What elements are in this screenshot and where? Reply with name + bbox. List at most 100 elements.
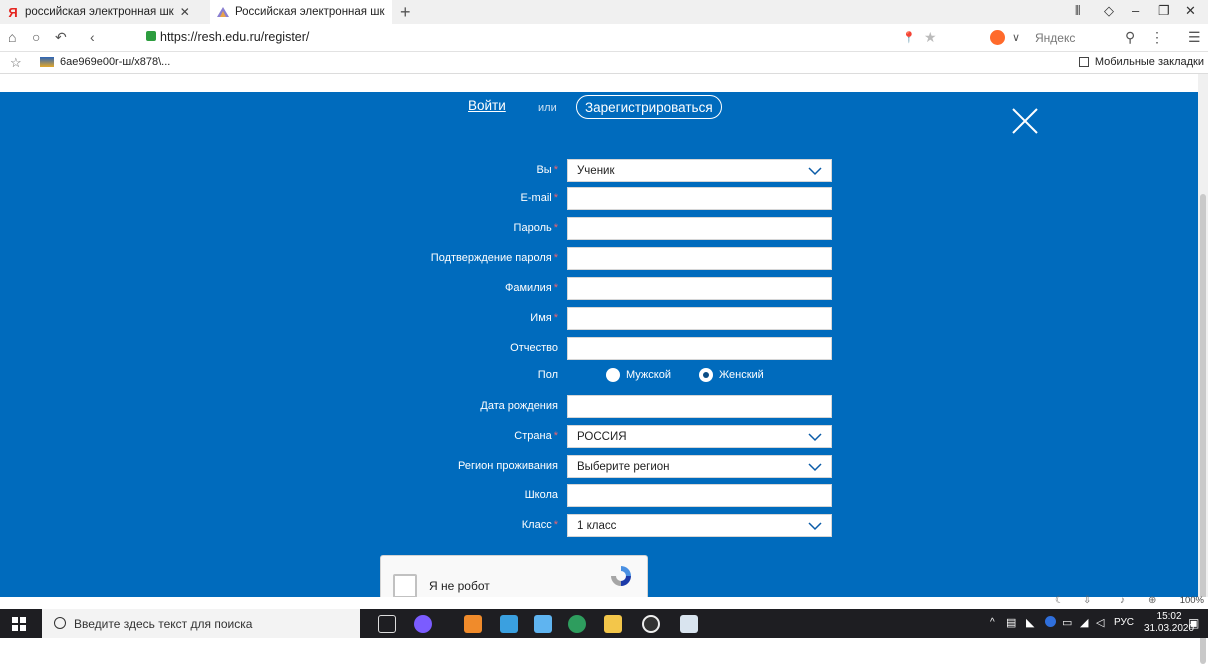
app-icon[interactable]: [642, 615, 660, 633]
sound-icon[interactable]: ♪: [1120, 595, 1125, 606]
country-value: РОССИЯ: [577, 430, 627, 443]
registration-page: Войти или Зарегистрироваться Вы * Ученик …: [0, 92, 1208, 597]
birthdate-field[interactable]: [567, 395, 832, 418]
school-field[interactable]: [567, 484, 832, 507]
search-icon[interactable]: ⚲: [1125, 29, 1135, 46]
tray-app-icon[interactable]: ▤: [1006, 616, 1016, 629]
country-select[interactable]: РОССИЯ: [567, 425, 832, 448]
pin-icon[interactable]: 📍: [902, 31, 916, 44]
more-icon[interactable]: ⋮: [1150, 29, 1164, 46]
windows-start-icon[interactable]: [12, 617, 26, 631]
network-icon[interactable]: ◢: [1080, 616, 1088, 629]
region-value: Выберите регион: [577, 460, 670, 473]
download-icon[interactable]: ⇩: [1083, 595, 1091, 606]
app-icon[interactable]: [534, 615, 552, 633]
battery-icon[interactable]: ▭: [1062, 616, 1072, 629]
radio-checked-icon: [699, 368, 713, 382]
required-mark: *: [553, 252, 558, 264]
password-field[interactable]: [567, 217, 832, 240]
password-confirm-label: Подтверждение пароля *: [430, 252, 558, 264]
or-text: или: [538, 102, 557, 114]
gender-female-radio[interactable]: Женский: [699, 368, 764, 382]
url-field[interactable]: https://resh.edu.ru/register/: [160, 30, 309, 44]
minimize-icon[interactable]: –: [1132, 3, 1139, 18]
yandex-search-icon: [990, 30, 1005, 45]
mobile-bookmarks[interactable]: Мобильные закладки: [1078, 56, 1204, 68]
patronymic-field[interactable]: [567, 337, 832, 360]
required-mark: *: [553, 519, 558, 531]
role-value: Ученик: [577, 164, 615, 177]
windows-taskbar: Введите здесь текст для поиска ^ ▤ ◣ ▭ ◢…: [0, 609, 1208, 638]
scrollbar-thumb[interactable]: [1200, 194, 1206, 664]
required-mark: *: [553, 312, 558, 324]
close-tab-icon[interactable]: ✕: [180, 5, 190, 19]
app-icon[interactable]: [568, 615, 586, 633]
menu-icon[interactable]: ☰: [1188, 29, 1201, 46]
bookmark-label: 6ae969e00r-ш/x878\...: [60, 56, 171, 68]
tab-resh[interactable]: Российская электронная шк ✕: [210, 0, 392, 24]
keyboard-language[interactable]: РУС: [1114, 617, 1134, 628]
close-tab-icon[interactable]: ✕: [390, 5, 392, 19]
tray-app-icon[interactable]: ◣: [1026, 616, 1034, 629]
role-select[interactable]: Ученик: [567, 159, 832, 182]
gender-male-radio[interactable]: Мужской: [606, 368, 671, 382]
gender-radio-group: Мужской Женский: [606, 368, 836, 384]
undo-icon[interactable]: ↶: [55, 29, 67, 46]
register-button[interactable]: Зарегистрироваться: [576, 95, 722, 119]
task-view-icon[interactable]: [378, 615, 396, 633]
bookmarks-bar: ☆ 6ae969e00r-ш/x878\... Мобильные заклад…: [0, 52, 1208, 74]
zoom-level[interactable]: 100%: [1180, 595, 1204, 606]
close-icon[interactable]: [1010, 106, 1040, 136]
shield-icon[interactable]: ◇: [1104, 3, 1114, 19]
recaptcha-checkbox[interactable]: [393, 574, 417, 597]
required-mark: *: [553, 282, 558, 294]
chevron-down-icon[interactable]: ∨: [1012, 31, 1020, 44]
new-tab-button[interactable]: +: [400, 0, 411, 24]
tab-yandex-search[interactable]: Я российская электронная шк ✕: [0, 0, 202, 24]
role-label: Вы *: [536, 164, 558, 176]
bookmark-item[interactable]: 6ae969e00r-ш/x878\...: [40, 56, 170, 68]
alice-icon[interactable]: [414, 615, 432, 633]
maximize-icon[interactable]: ❐: [1158, 3, 1170, 19]
home-icon[interactable]: ⌂: [8, 29, 16, 45]
grade-label: Класс *: [521, 519, 558, 531]
name-label: Имя *: [530, 312, 558, 324]
gender-male-label: Мужской: [626, 369, 671, 381]
close-window-icon[interactable]: ✕: [1185, 3, 1196, 19]
bluetooth-icon[interactable]: [1045, 616, 1056, 627]
back-icon[interactable]: ‹: [90, 29, 95, 45]
app-icon[interactable]: [464, 615, 482, 633]
password-confirm-field[interactable]: [567, 247, 832, 270]
moon-icon[interactable]: ☾: [1055, 595, 1064, 606]
volume-icon[interactable]: ◁: [1096, 616, 1104, 629]
taskbar-search[interactable]: Введите здесь текст для поиска: [42, 609, 360, 638]
page-scrollbar[interactable]: [1198, 74, 1208, 664]
notifications-icon[interactable]: ▣: [1188, 616, 1199, 630]
region-select[interactable]: Выберите регион: [567, 455, 832, 478]
star-icon[interactable]: ★: [924, 29, 937, 46]
app-icon[interactable]: [500, 615, 518, 633]
tab-list-icon[interactable]: ⫴: [1075, 3, 1080, 19]
name-field[interactable]: [567, 307, 832, 330]
login-link[interactable]: Войти: [468, 98, 506, 113]
grade-value: 1 класс: [577, 519, 617, 532]
reload-icon[interactable]: ○: [32, 29, 40, 45]
yandex-icon: Я: [8, 4, 18, 20]
birthdate-label: Дата рождения: [480, 400, 558, 412]
required-mark: *: [553, 222, 558, 234]
grade-select[interactable]: 1 класс: [567, 514, 832, 537]
tray-chevron-icon[interactable]: ^: [990, 617, 995, 628]
region-label: Регион проживания: [458, 460, 558, 472]
search-engine-label[interactable]: Яндекс: [1035, 31, 1075, 45]
surname-field[interactable]: [567, 277, 832, 300]
file-explorer-icon[interactable]: [604, 615, 622, 633]
zoom-icon[interactable]: ⊕: [1148, 595, 1156, 606]
email-label: E-mail *: [520, 192, 558, 204]
required-mark: *: [553, 192, 558, 204]
email-field[interactable]: [567, 187, 832, 210]
star-outline-icon[interactable]: ☆: [10, 55, 22, 71]
radio-icon: [606, 368, 620, 382]
password-label: Пароль *: [513, 222, 558, 234]
app-icon[interactable]: [680, 615, 698, 633]
tray-clock[interactable]: 15:02 31.03.2020: [1144, 611, 1194, 635]
